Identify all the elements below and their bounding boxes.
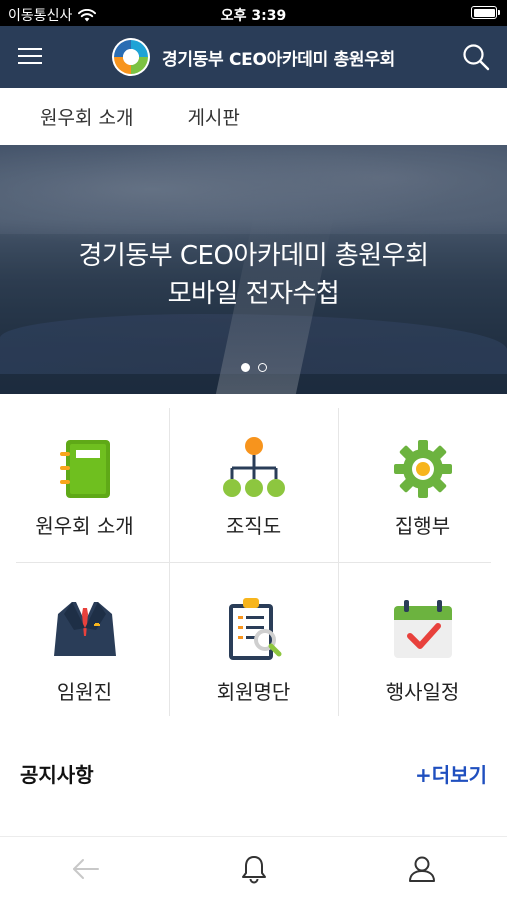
banner-dot-2[interactable]: [257, 363, 267, 372]
menu-item-officers[interactable]: 임원진: [0, 560, 169, 726]
app-header: 경기동부 CEO아카데미 총원우회: [0, 26, 507, 88]
menu-item-about[interactable]: 원우회 소개: [0, 394, 169, 560]
grid-divider: [16, 562, 491, 563]
menu-label-officers: 임원진: [56, 680, 113, 704]
back-arrow-icon: [73, 859, 99, 879]
menu-label-executive: 집행부: [394, 514, 451, 538]
menu-label-member-list: 회원명단: [216, 680, 291, 704]
bottom-navigation: [0, 836, 507, 900]
notice-more-link[interactable]: +더보기: [415, 759, 487, 788]
notifications-button[interactable]: [238, 853, 270, 885]
profile-button[interactable]: [406, 853, 438, 885]
banner-dot-1[interactable]: [240, 363, 250, 372]
menu-item-member-list[interactable]: 회원명단: [169, 560, 338, 726]
battery-level: [473, 8, 495, 17]
notice-title: 공지사항: [20, 763, 94, 787]
org-chart-icon: [222, 437, 285, 497]
tab-board[interactable]: 게시판: [167, 103, 259, 130]
app-title: 경기동부 CEO아카데미 총원우회: [162, 49, 395, 70]
banner-text: 경기동부 CEO아카데미 총원우회 모바일 전자수첩: [0, 237, 507, 313]
search-icon: [463, 44, 490, 71]
status-bar: 이동통신사 오후 3:39: [0, 0, 507, 26]
menu-line: [18, 55, 42, 57]
menu-item-event-schedule[interactable]: 행사일정: [338, 560, 507, 726]
menu-item-executive[interactable]: 집행부: [338, 394, 507, 560]
search-button[interactable]: [461, 42, 491, 72]
back-button[interactable]: [70, 853, 102, 885]
menu-line: [18, 62, 42, 64]
banner-line-2: 모바일 전자수첩: [167, 279, 340, 309]
calendar-check-icon: [393, 600, 452, 658]
menu-grid: 원우회 소개 조직도 집행부 임원진 회원명단 행사일정: [0, 394, 507, 726]
hamburger-menu-button[interactable]: [16, 44, 44, 70]
notice-section: 공지사항 +더보기: [0, 726, 507, 836]
gear-icon: [393, 440, 452, 498]
top-tabs: 원우회 소개 게시판: [0, 88, 507, 145]
brand[interactable]: 경기동부 CEO아카데미 총원우회: [110, 36, 395, 78]
suit-icon: [53, 602, 116, 656]
banner-line-1: 경기동부 CEO아카데미 총원우회: [78, 241, 429, 271]
bell-icon: [242, 856, 266, 884]
banner-pagination: [0, 363, 507, 372]
menu-line: [18, 48, 42, 50]
menu-label-about: 원우회 소개: [35, 514, 134, 538]
clipboard-search-icon: [228, 598, 281, 660]
hero-banner[interactable]: 경기동부 CEO아카데미 총원우회 모바일 전자수첩: [0, 145, 507, 394]
battery-icon: [471, 6, 500, 19]
menu-item-org-chart[interactable]: 조직도: [169, 394, 338, 560]
tab-about[interactable]: 원우회 소개: [0, 103, 153, 130]
profile-icon: [409, 856, 435, 882]
notebook-icon: [59, 440, 110, 498]
menu-label-event-schedule: 행사일정: [385, 680, 460, 704]
menu-label-org-chart: 조직도: [225, 514, 282, 538]
academy-logo-icon: [112, 38, 150, 76]
status-time: 오후 3:39: [220, 8, 287, 24]
